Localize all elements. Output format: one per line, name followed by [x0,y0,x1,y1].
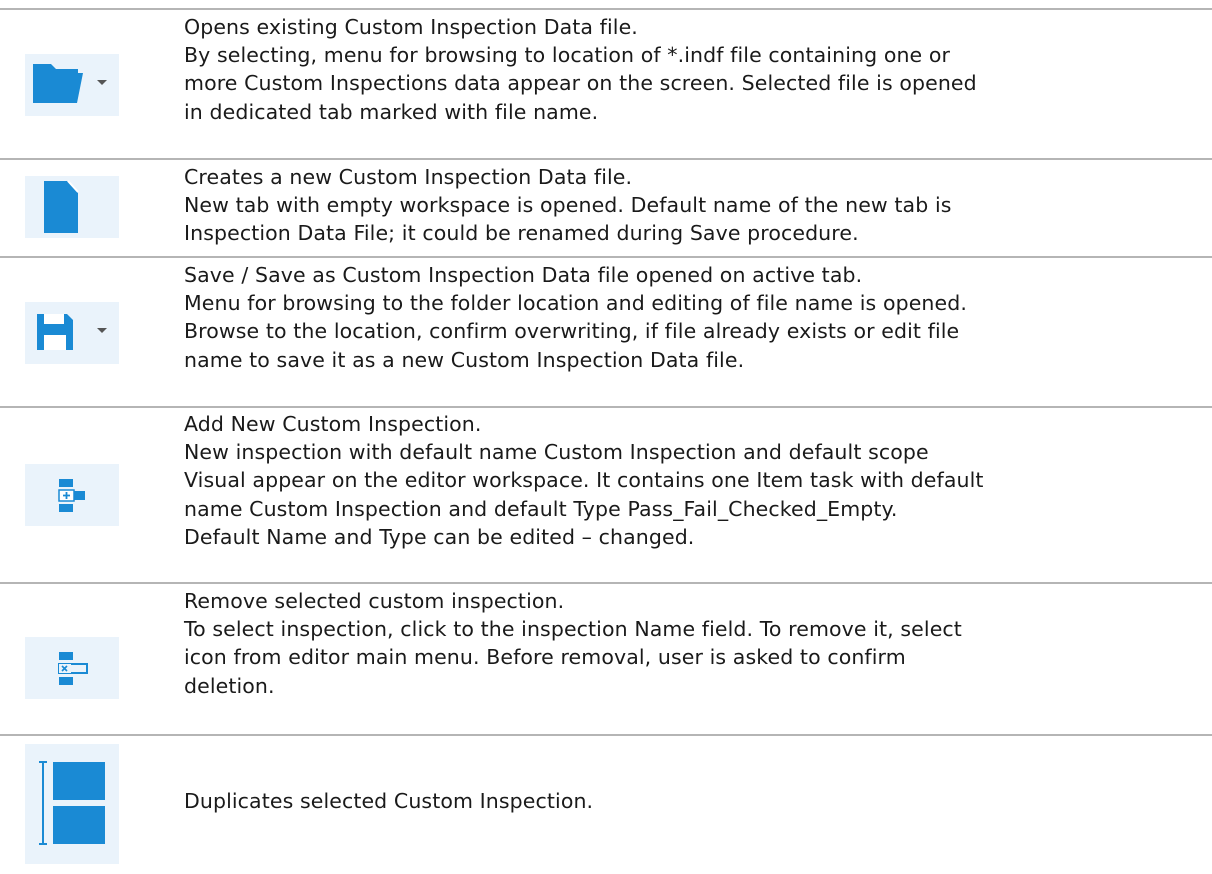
row-add-line-3: Visual appear on the editor workspace. I… [184,468,984,493]
table-row-save: Save / Save as Custom Inspection Data fi… [0,258,1212,408]
table-row-open: Opens existing Custom Inspection Data fi… [0,10,1212,160]
row-remove-line-3: icon from editor main menu. Before remov… [184,645,906,670]
row-add-line-1: Add New Custom Inspection. [184,412,482,436]
new-file-icon[interactable] [25,176,119,238]
save-dropdown-icon[interactable] [25,302,119,364]
row-save-line-4: name to save it as a new Custom Inspecti… [184,347,745,372]
row-save-line-2: Menu for browsing to the folder location… [184,291,967,316]
table-row-add: Add New Custom Inspection. New inspectio… [0,408,1212,584]
row-save-line-3: Browse to the location, confirm overwrit… [184,319,960,344]
row-open-line-1: Opens existing Custom Inspection Data fi… [184,15,638,39]
remove-inspection-icon[interactable] [25,637,119,699]
row-new-line-2: New tab with empty workspace is opened. … [184,193,952,218]
table-row-remove: Remove selected custom inspection. To se… [0,584,1212,736]
row-open-line-4: in dedicated tab marked with file name. [184,99,599,124]
row-remove-line-2: To select inspection, click to the inspe… [184,617,962,642]
row-add-line-4: name Custom Inspection and default Type … [184,496,898,521]
folder-open-dropdown-icon[interactable] [25,54,119,116]
row-open-line-2: By selecting, menu for browsing to locat… [184,43,951,68]
row-new-line-3: Inspection Data File; it could be rename… [184,221,859,246]
row-new-line-1: Creates a new Custom Inspection Data fil… [184,165,633,189]
duplicate-inspection-icon[interactable] [25,744,119,864]
row-add-line-2: New inspection with default name Custom … [184,440,929,465]
table-row-duplicate: Duplicates selected Custom Inspection. [0,736,1212,874]
row-duplicate-line-1: Duplicates selected Custom Inspection. [184,789,594,813]
add-inspection-icon[interactable] [25,464,119,526]
row-remove-line-4: deletion. [184,673,275,698]
row-save-line-1: Save / Save as Custom Inspection Data fi… [184,263,863,287]
table-row-new: Creates a new Custom Inspection Data fil… [0,160,1212,258]
row-open-line-3: more Custom Inspections data appear on t… [184,71,977,96]
row-remove-line-1: Remove selected custom inspection. [184,589,565,613]
row-add-line-5: Default Name and Type can be edited – ch… [184,524,695,549]
